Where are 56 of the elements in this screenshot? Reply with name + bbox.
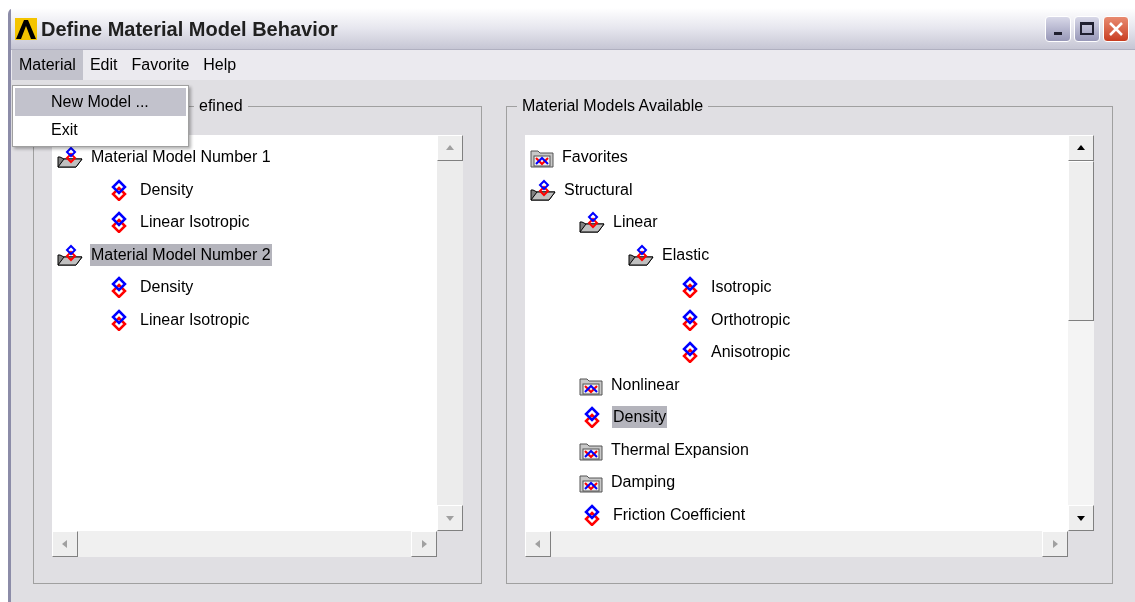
close-icon bbox=[1108, 20, 1124, 37]
horizontal-scrollbar[interactable] bbox=[525, 531, 1068, 557]
maximize-icon bbox=[1080, 22, 1094, 35]
app-logo-icon bbox=[15, 17, 37, 40]
menu-option[interactable]: Exit bbox=[15, 116, 186, 144]
tree-item[interactable]: Anisotropic bbox=[710, 341, 792, 364]
tree-item[interactable]: Structural bbox=[563, 178, 634, 201]
tree-item[interactable]: Material Model Number 2 bbox=[90, 243, 272, 266]
diamond-icon bbox=[680, 276, 700, 299]
diamond-icon bbox=[680, 341, 700, 364]
tree-item[interactable]: Favorites bbox=[561, 146, 629, 169]
tree-item[interactable]: Isotropic bbox=[710, 276, 773, 299]
close-button[interactable] bbox=[1103, 15, 1129, 42]
open-folder-icon bbox=[56, 145, 84, 170]
scroll-right-button[interactable] bbox=[1042, 531, 1068, 557]
scroll-down-button[interactable] bbox=[1068, 505, 1094, 531]
menu-item[interactable]: Help bbox=[196, 50, 244, 80]
tree-item[interactable]: Material Model Number 1 bbox=[90, 146, 272, 169]
horizontal-scrollbar[interactable] bbox=[52, 531, 437, 557]
open-folder-icon bbox=[578, 210, 606, 235]
diamond-icon bbox=[109, 308, 129, 331]
window-title: Define Material Model Behavior bbox=[41, 16, 338, 42]
scroll-right-button[interactable] bbox=[411, 531, 437, 557]
scroll-up-button[interactable] bbox=[1068, 135, 1094, 161]
tree-item[interactable]: Density bbox=[139, 276, 195, 299]
tree-item[interactable]: Nonlinear bbox=[610, 373, 681, 396]
open-folder-icon bbox=[529, 177, 557, 202]
diamond-icon bbox=[109, 211, 129, 234]
tree-item[interactable]: Density bbox=[139, 178, 195, 201]
minimize-button[interactable] bbox=[1045, 15, 1071, 42]
tree-item[interactable]: Elastic bbox=[661, 243, 711, 266]
tree-item[interactable]: Linear Isotropic bbox=[139, 211, 251, 234]
diamond-icon bbox=[109, 178, 129, 201]
vertical-scrollbar[interactable] bbox=[1068, 135, 1094, 531]
maximize-button[interactable] bbox=[1074, 15, 1100, 42]
tree-item[interactable]: Damping bbox=[610, 471, 677, 494]
scroll-left-button[interactable] bbox=[52, 531, 78, 557]
diamond-icon bbox=[582, 503, 602, 526]
tree-item[interactable]: Linear bbox=[612, 211, 659, 234]
menu-option[interactable]: New Model ... bbox=[15, 88, 186, 116]
menu-item[interactable]: Favorite bbox=[124, 50, 197, 80]
scroll-thumb[interactable] bbox=[1068, 161, 1094, 321]
scroll-left-button[interactable] bbox=[525, 531, 551, 557]
tree-item[interactable]: Orthotropic bbox=[710, 308, 792, 331]
tree-item[interactable]: Thermal Expansion bbox=[610, 438, 750, 461]
diamond-icon bbox=[582, 406, 602, 429]
tree-item[interactable]: Linear Isotropic bbox=[139, 308, 251, 331]
open-folder-icon bbox=[56, 242, 84, 267]
diamond-icon bbox=[109, 276, 129, 299]
minimize-icon bbox=[1054, 31, 1062, 35]
open-folder-icon bbox=[627, 242, 655, 267]
menu-item[interactable]: Edit bbox=[82, 50, 125, 80]
tree-item[interactable]: Density bbox=[612, 406, 668, 429]
menu-item[interactable]: Material bbox=[12, 50, 83, 80]
diamond-icon bbox=[680, 308, 700, 331]
tree-item[interactable]: Friction Coefficient bbox=[612, 503, 747, 526]
